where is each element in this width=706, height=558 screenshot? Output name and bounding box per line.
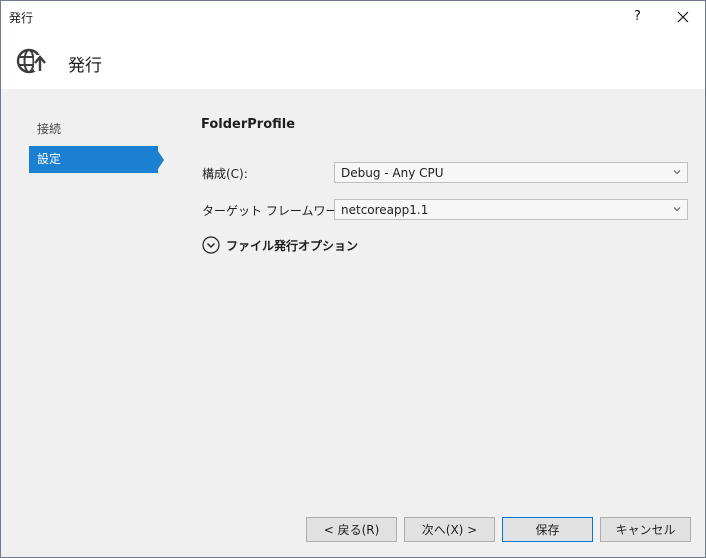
cancel-button[interactable]: キャンセル (600, 517, 691, 542)
close-icon (677, 11, 688, 22)
window-title: 発行 (9, 11, 34, 25)
nav-selection-arrow (158, 151, 164, 169)
next-button[interactable]: 次へ(X) > (404, 517, 495, 542)
chevron-down-icon (673, 207, 681, 212)
target-framework-select[interactable]: netcoreapp1.1 (334, 199, 688, 220)
expand-chevron-icon (202, 236, 220, 254)
profile-name: FolderProfile (201, 117, 296, 132)
file-publish-options-label: ファイル発行オプション (226, 239, 359, 253)
nav-item-settings[interactable]: 設定 (29, 146, 158, 173)
close-button[interactable] (660, 1, 705, 32)
nav-item-connection[interactable]: 接続 (29, 116, 158, 143)
publish-dialog: 発行 ? 発行 接続 設定 FolderProfile 構成(C): Debug… (0, 0, 706, 558)
chevron-down-icon (673, 170, 681, 175)
dialog-header: 発行 (1, 32, 705, 89)
configuration-select[interactable]: Debug - Any CPU (334, 162, 688, 183)
target-framework-value: netcoreapp1.1 (341, 203, 429, 217)
header-title: 発行 (68, 56, 102, 76)
globe-publish-icon (16, 48, 47, 74)
configuration-value: Debug - Any CPU (341, 166, 444, 180)
configuration-label: 構成(C): (202, 167, 248, 181)
save-button[interactable]: 保存 (502, 517, 593, 542)
back-button[interactable]: < 戻る(R) (306, 517, 397, 542)
help-button[interactable]: ? (615, 1, 660, 32)
title-bar: 発行 ? (1, 1, 705, 32)
